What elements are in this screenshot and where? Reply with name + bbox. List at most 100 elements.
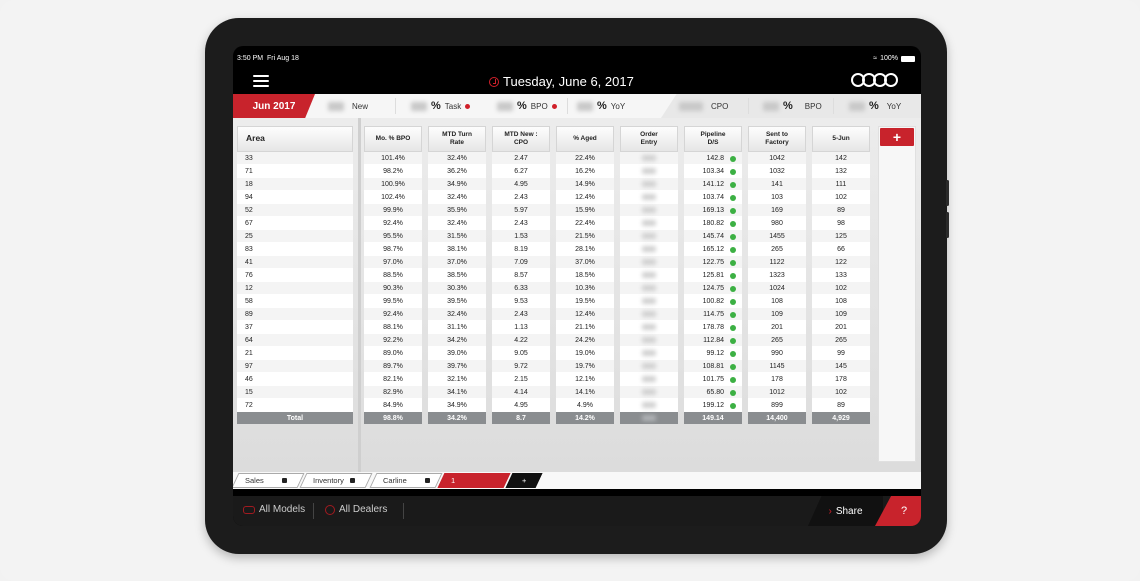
area-cell[interactable]: 64	[237, 334, 353, 347]
redacted-value	[642, 311, 656, 317]
area-cell[interactable]: 97	[237, 360, 353, 373]
lock-icon	[349, 478, 355, 483]
area-cell[interactable]: 89	[237, 308, 353, 321]
redacted-value	[642, 155, 656, 161]
redacted-value	[642, 402, 656, 408]
area-cell[interactable]: 58	[237, 295, 353, 308]
area-cell[interactable]: 72	[237, 399, 353, 412]
column-header[interactable]: MTD Turn Rate	[428, 126, 486, 152]
tab-carline[interactable]: Carline	[369, 473, 443, 488]
redacted-value	[642, 233, 656, 239]
table-cell: 114.75	[684, 308, 742, 321]
redacted-value	[642, 298, 656, 304]
kpi-new[interactable]: New	[328, 94, 368, 118]
kpi-yoy[interactable]: % YoY	[577, 94, 625, 118]
column-header[interactable]: Sent to Factory	[748, 126, 806, 152]
area-cell[interactable]: 41	[237, 256, 353, 269]
table-cell: 12.1%	[556, 373, 614, 386]
cell-value: 125.81	[702, 271, 724, 279]
area-cell[interactable]: 71	[237, 165, 353, 178]
tab-inventory[interactable]: Inventory	[299, 473, 373, 488]
area-cell[interactable]: 67	[237, 217, 353, 230]
table-cell: 101.4%	[364, 152, 422, 165]
column-total: 4,929	[812, 412, 870, 424]
cell-value: 199.12	[702, 401, 724, 409]
menu-icon[interactable]	[253, 75, 269, 87]
table-cell: 15.9%	[556, 204, 614, 217]
column-header[interactable]: 5-Jun	[812, 126, 870, 152]
kpi-cpo[interactable]: CPO	[679, 94, 728, 118]
table-cell: 165.12	[684, 243, 742, 256]
add-column-button[interactable]: +	[880, 128, 914, 146]
column-header[interactable]: MTD New : CPO	[492, 126, 550, 152]
area-cells: 33 71 18 94 52 67 25 83 41 76 12 58 89 37 64 21 97 46 15 72	[237, 152, 353, 412]
table-cell: 98	[812, 217, 870, 230]
area-cell[interactable]: 94	[237, 191, 353, 204]
area-cell[interactable]: 15	[237, 386, 353, 399]
cell-value: 178.78	[702, 323, 724, 331]
table-cell: 6.27	[492, 165, 550, 178]
column-header[interactable]: % Aged	[556, 126, 614, 152]
column-header-area[interactable]: Area	[237, 126, 353, 152]
area-cell[interactable]: 21	[237, 347, 353, 360]
table-cell: 108	[812, 295, 870, 308]
status-dot-icon	[730, 247, 736, 253]
table-cell: 112.84	[684, 334, 742, 347]
area-cell[interactable]: 25	[237, 230, 353, 243]
kpi-task[interactable]: % Task	[411, 94, 471, 118]
column-header[interactable]: Order Entry	[620, 126, 678, 152]
area-cell[interactable]: 83	[237, 243, 353, 256]
table-cell: 19.5%	[556, 295, 614, 308]
area-cell[interactable]: 12	[237, 282, 353, 295]
table-cell	[620, 204, 678, 217]
month-selector[interactable]: Jun 2017	[233, 94, 315, 118]
kpi-bpo[interactable]: % BPO	[497, 94, 557, 118]
area-cell[interactable]: 76	[237, 269, 353, 282]
table-cell: 32.4%	[428, 308, 486, 321]
cell-value: 100.82	[702, 297, 724, 305]
column-header[interactable]: Mo. % BPO	[364, 126, 422, 152]
cell-value: 114.75	[703, 310, 724, 318]
table-cell: 108.81	[684, 360, 742, 373]
all-dealers-button[interactable]: All Dealers	[325, 504, 387, 515]
table-cell: 66	[812, 243, 870, 256]
tab-sales[interactable]: Sales	[233, 473, 305, 488]
area-cell[interactable]: 18	[237, 178, 353, 191]
status-dot-icon	[730, 234, 736, 240]
tab-1[interactable]: 1	[437, 473, 511, 488]
status-dot-icon	[730, 403, 736, 409]
table-cell: 34.2%	[428, 334, 486, 347]
table-cell	[620, 347, 678, 360]
table-cell: 4.9%	[556, 399, 614, 412]
add-tab-button[interactable]: +	[505, 473, 543, 488]
wifi-icon: ≈	[873, 55, 878, 62]
table-cell: 1012	[748, 386, 806, 399]
share-button[interactable]: › Share	[808, 496, 883, 526]
globe-icon	[325, 504, 335, 515]
table-cell: 36.2%	[428, 165, 486, 178]
table-cell: 6.33	[492, 282, 550, 295]
table-cell: 5.97	[492, 204, 550, 217]
table-cell: 95.5%	[364, 230, 422, 243]
kpi-bpo-cpo[interactable]: % BPO	[763, 94, 822, 118]
area-cell[interactable]: 37	[237, 321, 353, 334]
area-cell[interactable]: 46	[237, 373, 353, 386]
table-cell: 18.5%	[556, 269, 614, 282]
kpi-yoy-cpo[interactable]: % YoY	[849, 94, 901, 118]
column-total: 8.7	[492, 412, 550, 424]
status-dot-icon	[730, 377, 736, 383]
redacted-value	[642, 168, 656, 174]
area-cell[interactable]: 33	[237, 152, 353, 165]
column-header[interactable]: Pipeline D/S	[684, 126, 742, 152]
data-column: MTD Turn Rate 32.4% 36.2% 34.9% 32.4% 35.9% 32…	[428, 126, 486, 424]
table-cell: 2.43	[492, 308, 550, 321]
all-models-button[interactable]: All Models	[243, 504, 305, 515]
area-cell[interactable]: 52	[237, 204, 353, 217]
table-cell: 2.15	[492, 373, 550, 386]
table-cell: 990	[748, 347, 806, 360]
table-cell: 178	[812, 373, 870, 386]
redacted-value	[642, 272, 656, 278]
table-cell: 122.75	[684, 256, 742, 269]
table-cell: 39.5%	[428, 295, 486, 308]
table-cell: 92.4%	[364, 217, 422, 230]
